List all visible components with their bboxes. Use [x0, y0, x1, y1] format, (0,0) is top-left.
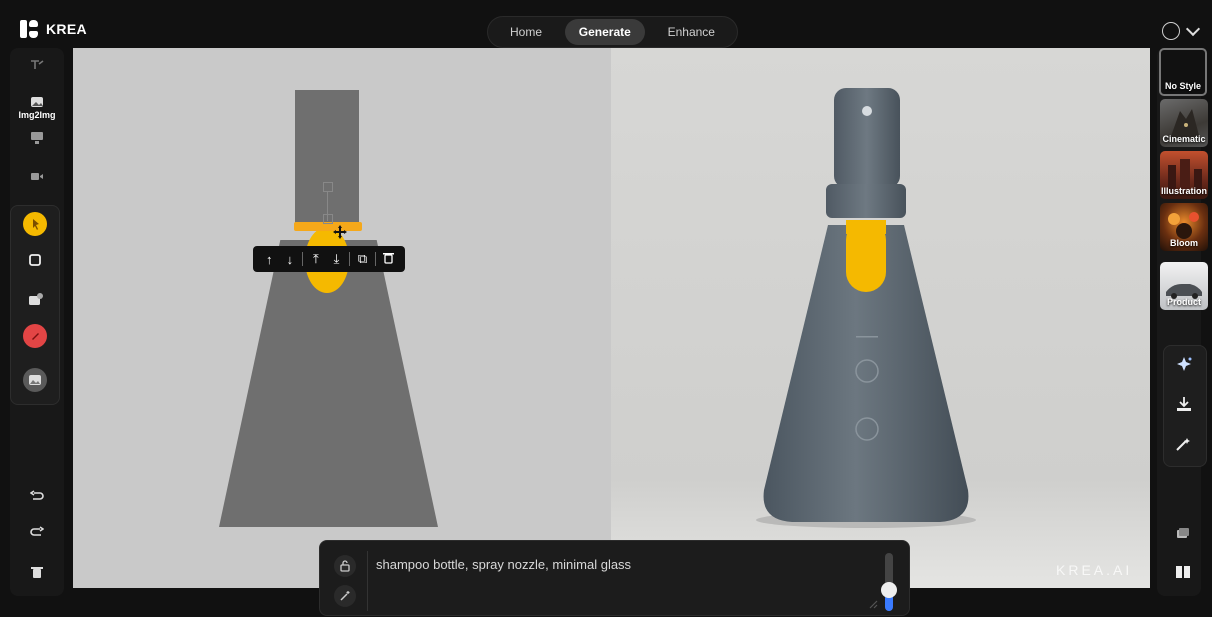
tab-enhance[interactable]: Enhance	[654, 19, 729, 45]
rectangle-tool-button[interactable]	[23, 248, 47, 272]
chevron-down-icon	[1185, 21, 1201, 37]
style-illustration[interactable]: Illustration	[1160, 151, 1208, 199]
img2img-mode-button[interactable]: Img2Img	[10, 92, 64, 124]
image-plus-icon	[29, 293, 43, 305]
undo-icon	[30, 490, 44, 500]
background-image-tool-button[interactable]	[23, 368, 47, 392]
redo-button[interactable]	[10, 520, 64, 544]
sparkle-icon	[1177, 357, 1192, 371]
split-view-icon	[1176, 566, 1190, 578]
enhance-button[interactable]	[1175, 356, 1193, 379]
bring-to-front-button[interactable]: ⤒	[308, 251, 324, 267]
split-view-button[interactable]	[1176, 565, 1190, 584]
brush-mode-button[interactable]	[10, 54, 64, 74]
shape-tools-panel	[10, 205, 60, 405]
ai-strength-slider[interactable]	[881, 553, 897, 611]
tab-home[interactable]: Home	[496, 19, 556, 45]
trash-icon	[383, 252, 395, 264]
lock-link-icon	[340, 560, 350, 572]
selection-rotate-handle[interactable]	[323, 182, 333, 192]
prompt-settings-button[interactable]	[334, 555, 356, 577]
app-frame: KREA Home Generate Enhance Img2Img ↑ ↓ ⤒…	[0, 0, 1212, 617]
slider-knob[interactable]	[881, 582, 897, 599]
krea-logo-icon	[20, 20, 38, 38]
resize-handle-icon[interactable]	[868, 599, 878, 609]
prompt-bar: shampoo bottle, spray nozzle, minimal gl…	[319, 540, 910, 616]
magic-edit-button[interactable]	[1175, 436, 1193, 457]
photo-icon	[29, 375, 41, 385]
move-down-button[interactable]: ↓	[282, 252, 298, 267]
image-actions-panel	[1163, 345, 1207, 467]
pen-icon	[32, 333, 39, 340]
image-icon	[31, 97, 43, 107]
monitor-icon	[31, 132, 43, 144]
toolbar-divider	[302, 252, 304, 266]
toolbar-divider	[375, 252, 377, 266]
prompt-divider	[367, 551, 368, 611]
tab-generate[interactable]: Generate	[564, 19, 645, 45]
realtime-mode-button[interactable]	[10, 128, 64, 148]
app-logo[interactable]: KREA	[20, 20, 87, 38]
select-tool-button[interactable]	[23, 212, 47, 236]
shape-context-toolbar: ↑ ↓ ⤒ ⤓ ⧉	[253, 246, 405, 272]
move-up-button[interactable]: ↑	[261, 252, 277, 267]
generated-image[interactable]	[611, 48, 1150, 588]
image-upload-tool-button[interactable]	[23, 288, 47, 312]
cursor-icon	[33, 219, 39, 230]
style-product[interactable]: Product	[1160, 262, 1208, 310]
prompt-input[interactable]: shampoo bottle, spray nozzle, minimal gl…	[376, 557, 631, 572]
video-mode-button[interactable]	[10, 166, 64, 186]
brand-name: KREA	[46, 21, 87, 37]
style-no-style[interactable]: No Style	[1159, 48, 1207, 96]
main-nav: Home Generate Enhance	[487, 16, 738, 48]
delete-shape-button[interactable]	[381, 252, 397, 267]
random-prompt-button[interactable]	[334, 585, 356, 607]
krea-watermark: KREA.AI	[1056, 562, 1133, 578]
pen-tool-button[interactable]	[23, 324, 47, 348]
layers-button[interactable]	[1176, 526, 1190, 544]
wand-icon	[340, 591, 350, 601]
brush-icon	[31, 60, 44, 69]
layers-icon	[1177, 528, 1189, 538]
top-bar: KREA Home Generate Enhance	[0, 0, 1212, 48]
avatar-icon	[1162, 22, 1180, 40]
redo-icon	[30, 526, 44, 536]
img2img-label: Img2Img	[18, 110, 56, 120]
undo-button[interactable]	[10, 484, 64, 508]
duplicate-button[interactable]: ⧉	[355, 251, 371, 267]
clear-canvas-button[interactable]	[10, 560, 64, 584]
account-menu-button[interactable]	[1162, 21, 1201, 40]
magic-wand-icon	[1176, 438, 1190, 451]
toolbar-divider	[349, 252, 350, 266]
download-button[interactable]	[1176, 396, 1192, 417]
download-icon	[1177, 397, 1191, 411]
trash-icon	[31, 566, 43, 578]
selection-top-handle[interactable]	[323, 214, 333, 224]
style-bloom[interactable]: Bloom	[1160, 203, 1208, 251]
video-camera-icon	[31, 173, 43, 180]
move-cursor-icon	[333, 225, 347, 239]
send-to-back-button[interactable]: ⤓	[328, 251, 344, 267]
square-icon	[29, 254, 41, 266]
style-cinematic[interactable]: Cinematic	[1160, 99, 1208, 147]
